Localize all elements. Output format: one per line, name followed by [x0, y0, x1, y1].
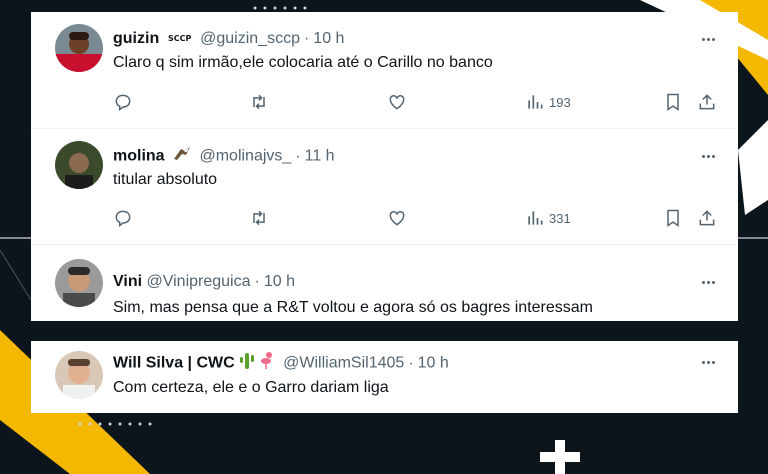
like-button[interactable] — [387, 90, 407, 114]
sccp-badge-icon: SCCP — [168, 28, 192, 50]
display-name[interactable]: Will Silva | CWC — [113, 355, 235, 372]
tweet-header: molina @molinajvs_ · 11 h — [113, 145, 335, 167]
avatar[interactable] — [55, 351, 103, 399]
views-count: 193 — [549, 94, 571, 110]
bookmark-icon — [667, 209, 679, 227]
share-icon — [699, 210, 715, 226]
share-button[interactable] — [697, 90, 717, 114]
tweet-header: guizin SCCP @guizin_sccp · 10 h — [113, 28, 344, 50]
tweet-text: Claro q sim irmão,ele colocaria até o Ca… — [113, 54, 493, 71]
views-count: 331 — [549, 210, 571, 226]
reply-icon — [115, 210, 131, 227]
separator: · — [303, 30, 310, 48]
avatar[interactable] — [55, 24, 103, 72]
bookmark-icon — [667, 93, 679, 111]
retweet-button[interactable] — [249, 206, 269, 230]
more-icon[interactable] — [698, 352, 718, 372]
eagle-emoji-icon — [173, 145, 191, 168]
svg-text:SCCP: SCCP — [168, 34, 192, 43]
views-button[interactable]: 193 — [525, 90, 571, 114]
user-handle[interactable]: @Vinipreguica — [147, 273, 251, 290]
views-icon — [528, 95, 543, 109]
reply-icon — [115, 94, 131, 111]
display-name[interactable]: guizin — [113, 30, 159, 47]
retweet-icon — [253, 94, 265, 110]
bookmark-button[interactable] — [663, 90, 683, 114]
separator: · — [295, 147, 301, 165]
views-icon — [528, 211, 543, 225]
action-bar: 331 — [113, 206, 718, 230]
tweet-vini[interactable]: Vini @Vinipreguica · 10 h Sim, mas pensa q… — [31, 245, 738, 321]
share-button[interactable] — [697, 206, 717, 230]
separator: · — [254, 273, 260, 290]
like-icon — [389, 94, 405, 110]
separator: · — [408, 354, 414, 372]
tweet-molina[interactable]: molina @molinajvs_ · 11 h titular absoluto… — [31, 129, 738, 244]
more-icon[interactable] — [698, 146, 718, 166]
display-name[interactable]: Vini — [113, 273, 142, 290]
timestamp[interactable]: 10 h — [418, 355, 449, 372]
tweet-header: Vini @Vinipreguica · 10 h — [113, 271, 295, 293]
user-handle[interactable]: @guizin_sccp — [200, 30, 300, 47]
user-handle[interactable]: @WilliamSil1405 — [283, 355, 404, 372]
retweet-button[interactable] — [249, 90, 269, 114]
avatar[interactable] — [55, 141, 103, 189]
timestamp[interactable]: 11 h — [305, 148, 335, 165]
reply-button[interactable] — [113, 206, 133, 230]
retweet-icon — [253, 210, 265, 226]
tweet-will-silva[interactable]: Will Silva | CWC @WilliamSil1405 · 10 h Co… — [31, 341, 738, 413]
tweet-header: Will Silva | CWC @WilliamSil1405 · 10 h — [113, 351, 449, 373]
tweet-text: Com certeza, ele e o Garro dariam liga — [113, 379, 389, 396]
replies-card: guizin SCCP @guizin_sccp · 10 h Claro q si… — [31, 12, 738, 321]
more-icon[interactable] — [698, 29, 718, 49]
bookmark-button[interactable] — [663, 206, 683, 230]
like-icon — [389, 210, 405, 226]
like-button[interactable] — [387, 206, 407, 230]
tweet-text: Sim, mas pensa que a R&T voltou e agora … — [113, 299, 593, 316]
tweet-guizin[interactable]: guizin SCCP @guizin_sccp · 10 h Claro q si… — [31, 12, 738, 128]
tweet-text: titular absoluto — [113, 171, 218, 188]
reply-button[interactable] — [113, 90, 133, 114]
flamingo-emoji-icon — [259, 351, 275, 376]
timestamp[interactable]: 10 h — [264, 273, 295, 290]
share-icon — [699, 94, 715, 110]
timestamp[interactable]: 10 h — [313, 30, 344, 47]
views-button[interactable]: 331 — [525, 206, 571, 230]
user-handle[interactable]: @molinajvs_ — [199, 148, 291, 165]
avatar[interactable] — [55, 259, 103, 307]
more-icon[interactable] — [698, 272, 718, 292]
reply-card: Will Silva | CWC @WilliamSil1405 · 10 h Co… — [31, 341, 738, 413]
display-name[interactable]: molina — [113, 148, 165, 165]
action-bar: 193 — [113, 90, 718, 114]
cactus-emoji-icon — [239, 351, 255, 376]
